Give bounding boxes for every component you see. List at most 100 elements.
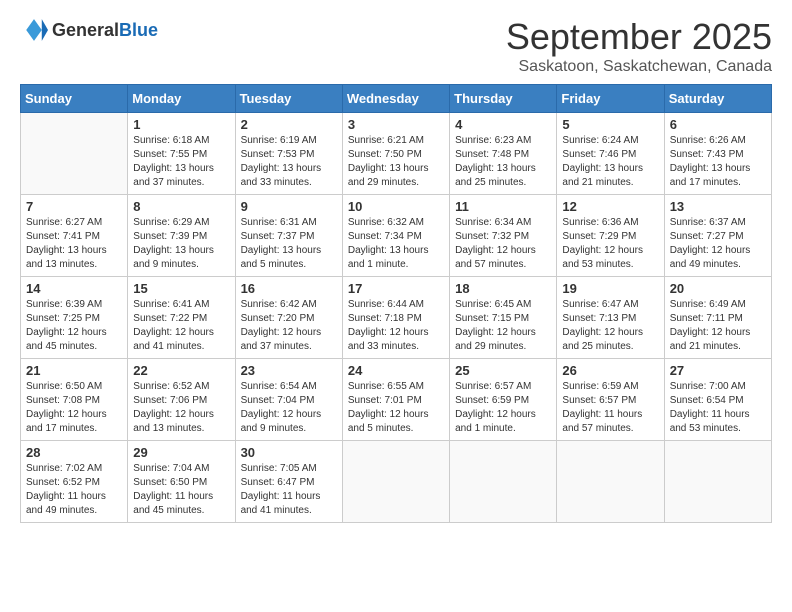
cell-sun-info: Sunrise: 6:36 AMSunset: 7:29 PMDaylight:… <box>562 216 658 272</box>
day-number: 12 <box>562 199 658 214</box>
day-number: 27 <box>670 363 766 378</box>
calendar-cell: 1 Sunrise: 6:18 AMSunset: 7:55 PMDaylight… <box>128 113 235 195</box>
calendar-cell: 5Sunrise: 6:24 AMSunset: 7:46 PMDaylight… <box>557 113 664 195</box>
calendar-cell <box>21 113 128 195</box>
cell-sun-info: Sunrise: 7:04 AMSunset: 6:50 PMDaylight:… <box>133 462 229 518</box>
day-number: 14 <box>26 281 122 296</box>
cell-sun-info: Sunrise: 6:59 AMSunset: 6:57 PMDaylight:… <box>562 380 658 436</box>
cell-sun-info: Sunrise: 6:55 AMSunset: 7:01 PMDaylight:… <box>348 380 444 436</box>
cell-sun-info: Sunrise: 6:45 AMSunset: 7:15 PMDaylight:… <box>455 298 551 354</box>
day-header-thursday: Thursday <box>450 85 557 113</box>
day-number: 25 <box>455 363 551 378</box>
cell-sun-info: Sunrise: 6:42 AMSunset: 7:20 PMDaylight:… <box>241 298 337 354</box>
calendar-cell: 2 Sunrise: 6:19 AMSunset: 7:53 PMDaylight… <box>235 113 342 195</box>
day-number: 20 <box>670 281 766 296</box>
cell-sun-info: Sunrise: 6:52 AMSunset: 7:06 PMDaylight:… <box>133 380 229 436</box>
calendar-cell: 4 Sunrise: 6:23 AMSunset: 7:48 PMDaylight… <box>450 113 557 195</box>
cell-sun-info: Sunrise: 6:29 AMSunset: 7:39 PMDaylight:… <box>133 216 229 272</box>
day-number: 9 <box>241 199 337 214</box>
month-title: September 2025 <box>506 16 772 58</box>
calendar-cell <box>664 441 771 523</box>
day-number: 11 <box>455 199 551 214</box>
day-number: 3 <box>348 117 444 132</box>
calendar-cell: 21Sunrise: 6:50 AMSunset: 7:08 PMDayligh… <box>21 359 128 441</box>
cell-sun-info: Sunrise: 6:49 AMSunset: 7:11 PMDaylight:… <box>670 298 766 354</box>
calendar-cell: 11 Sunrise: 6:34 AMSunset: 7:32 PMDayligh… <box>450 195 557 277</box>
cell-sun-info: Sunrise: 7:02 AMSunset: 6:52 PMDaylight:… <box>26 462 122 518</box>
day-number: 24 <box>348 363 444 378</box>
day-number: 5 <box>562 117 658 132</box>
cell-sun-info: Sunrise: 6:39 AMSunset: 7:25 PMDaylight:… <box>26 298 122 354</box>
day-header-friday: Friday <box>557 85 664 113</box>
title-block: September 2025 Saskatoon, Saskatchewan, … <box>506 16 772 76</box>
calendar-cell: 16 Sunrise: 6:42 AMSunset: 7:20 PMDayligh… <box>235 277 342 359</box>
page-header: General Blue September 2025 Saskatoon, S… <box>20 16 772 76</box>
cell-sun-info: Sunrise: 6:27 AMSunset: 7:41 PMDaylight:… <box>26 216 122 272</box>
calendar-cell: 23 Sunrise: 6:54 AMSunset: 7:04 PMDayligh… <box>235 359 342 441</box>
day-number: 17 <box>348 281 444 296</box>
day-number: 6 <box>670 117 766 132</box>
day-number: 1 <box>133 117 229 132</box>
day-header-tuesday: Tuesday <box>235 85 342 113</box>
cell-sun-info: Sunrise: 6:50 AMSunset: 7:08 PMDaylight:… <box>26 380 122 436</box>
day-header-monday: Monday <box>128 85 235 113</box>
day-header-wednesday: Wednesday <box>342 85 449 113</box>
cell-sun-info: Sunrise: 6:44 AMSunset: 7:18 PMDaylight:… <box>348 298 444 354</box>
cell-sun-info: Sunrise: 7:00 AMSunset: 6:54 PMDaylight:… <box>670 380 766 436</box>
calendar-cell: 15 Sunrise: 6:41 AMSunset: 7:22 PMDayligh… <box>128 277 235 359</box>
calendar-cell: 28 Sunrise: 7:02 AMSunset: 6:52 PMDayligh… <box>21 441 128 523</box>
day-number: 7 <box>26 199 122 214</box>
cell-sun-info: Sunrise: 6:37 AMSunset: 7:27 PMDaylight:… <box>670 216 766 272</box>
calendar-cell: 9 Sunrise: 6:31 AMSunset: 7:37 PMDaylight… <box>235 195 342 277</box>
logo-blue-text: Blue <box>119 20 158 41</box>
day-number: 28 <box>26 445 122 460</box>
day-header-saturday: Saturday <box>664 85 771 113</box>
calendar-cell: 14 Sunrise: 6:39 AMSunset: 7:25 PMDayligh… <box>21 277 128 359</box>
cell-sun-info: Sunrise: 6:23 AMSunset: 7:48 PMDaylight:… <box>455 134 551 190</box>
logo: General Blue <box>20 16 158 44</box>
day-number: 13 <box>670 199 766 214</box>
cell-sun-info: Sunrise: 6:54 AMSunset: 7:04 PMDaylight:… <box>241 380 337 436</box>
logo-icon <box>20 16 48 44</box>
day-number: 30 <box>241 445 337 460</box>
cell-sun-info: Sunrise: 6:31 AMSunset: 7:37 PMDaylight:… <box>241 216 337 272</box>
day-number: 22 <box>133 363 229 378</box>
day-number: 2 <box>241 117 337 132</box>
calendar-cell: 18 Sunrise: 6:45 AMSunset: 7:15 PMDayligh… <box>450 277 557 359</box>
day-number: 4 <box>455 117 551 132</box>
cell-sun-info: Sunrise: 6:32 AMSunset: 7:34 PMDaylight:… <box>348 216 444 272</box>
calendar-cell <box>450 441 557 523</box>
day-header-sunday: Sunday <box>21 85 128 113</box>
calendar-cell: 29 Sunrise: 7:04 AMSunset: 6:50 PMDayligh… <box>128 441 235 523</box>
calendar-cell: 26 Sunrise: 6:59 AMSunset: 6:57 PMDayligh… <box>557 359 664 441</box>
calendar-cell: 6 Sunrise: 6:26 AMSunset: 7:43 PMDaylight… <box>664 113 771 195</box>
cell-sun-info: Sunrise: 6:18 AMSunset: 7:55 PMDaylight:… <box>133 134 229 190</box>
cell-sun-info: Sunrise: 6:34 AMSunset: 7:32 PMDaylight:… <box>455 216 551 272</box>
day-number: 15 <box>133 281 229 296</box>
day-number: 16 <box>241 281 337 296</box>
calendar-week-row: 1 Sunrise: 6:18 AMSunset: 7:55 PMDaylight… <box>21 113 772 195</box>
location-title: Saskatoon, Saskatchewan, Canada <box>506 58 772 76</box>
calendar-cell: 25Sunrise: 6:57 AMSunset: 6:59 PMDayligh… <box>450 359 557 441</box>
calendar-cell: 12 Sunrise: 6:36 AMSunset: 7:29 PMDayligh… <box>557 195 664 277</box>
cell-sun-info: Sunrise: 6:19 AMSunset: 7:53 PMDaylight:… <box>241 134 337 190</box>
calendar-cell: 19Sunrise: 6:47 AMSunset: 7:13 PMDayligh… <box>557 277 664 359</box>
cell-sun-info: Sunrise: 6:21 AMSunset: 7:50 PMDaylight:… <box>348 134 444 190</box>
calendar-cell <box>557 441 664 523</box>
cell-sun-info: Sunrise: 6:26 AMSunset: 7:43 PMDaylight:… <box>670 134 766 190</box>
day-number: 8 <box>133 199 229 214</box>
calendar-cell: 24 Sunrise: 6:55 AMSunset: 7:01 PMDayligh… <box>342 359 449 441</box>
calendar-cell: 3 Sunrise: 6:21 AMSunset: 7:50 PMDaylight… <box>342 113 449 195</box>
day-number: 23 <box>241 363 337 378</box>
calendar-header-row: SundayMondayTuesdayWednesdayThursdayFrid… <box>21 85 772 113</box>
day-number: 18 <box>455 281 551 296</box>
calendar-cell: 30Sunrise: 7:05 AMSunset: 6:47 PMDayligh… <box>235 441 342 523</box>
day-number: 29 <box>133 445 229 460</box>
cell-sun-info: Sunrise: 6:41 AMSunset: 7:22 PMDaylight:… <box>133 298 229 354</box>
calendar-week-row: 28 Sunrise: 7:02 AMSunset: 6:52 PMDayligh… <box>21 441 772 523</box>
day-number: 26 <box>562 363 658 378</box>
day-number: 19 <box>562 281 658 296</box>
calendar-week-row: 21Sunrise: 6:50 AMSunset: 7:08 PMDayligh… <box>21 359 772 441</box>
calendar-cell: 27 Sunrise: 7:00 AMSunset: 6:54 PMDayligh… <box>664 359 771 441</box>
calendar-week-row: 14 Sunrise: 6:39 AMSunset: 7:25 PMDayligh… <box>21 277 772 359</box>
